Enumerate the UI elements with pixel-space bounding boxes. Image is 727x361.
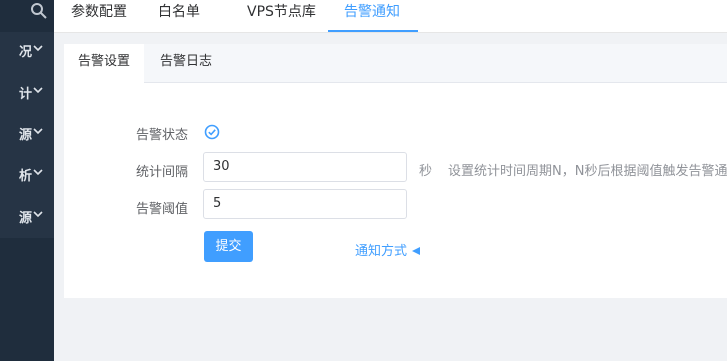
chevron-down-icon [33, 211, 43, 218]
sidebar-item-label: 况 [18, 45, 32, 60]
tab-param-config[interactable]: 参数配置 [71, 0, 127, 32]
submit-button[interactable]: 提交 [204, 231, 253, 262]
tab-alert-log[interactable]: 告警日志 [160, 44, 212, 82]
sidebar-item-statistics[interactable]: 计 [0, 78, 54, 106]
sidebar-item-label: 计 [18, 87, 32, 102]
search-icon[interactable] [30, 2, 48, 20]
interval-input[interactable]: 30 [203, 152, 407, 182]
tab-whitelist[interactable]: 白名单 [158, 0, 200, 32]
sidebar-item-label: 源 [18, 211, 32, 226]
chevron-down-icon [33, 128, 43, 135]
subtab-bar: 告警设置 告警日志 [64, 44, 727, 83]
sidebar-menu: 况 计 源 析 源 [0, 32, 54, 238]
sidebar-item-resources[interactable]: 源 [0, 119, 54, 147]
top-nav: 参数配置 白名单 VPS节点库 告警通知 [54, 0, 727, 33]
interval-label: 统计间隔 [136, 165, 189, 180]
interval-hint: 设置统计时间周期N，N秒后根据阈值触发告警通知 [448, 164, 727, 179]
caret-left-icon [412, 247, 421, 255]
tab-vps-node-library[interactable]: VPS节点库 [247, 0, 316, 32]
sidebar-item-analysis[interactable]: 析 [0, 160, 54, 188]
tab-alert-settings[interactable]: 告警设置 [64, 44, 144, 83]
interval-unit: 秒 [419, 164, 433, 179]
notify-method-label: 通知方式 [355, 244, 408, 259]
sidebar-item-label: 源 [18, 128, 32, 143]
sidebar-item-label: 析 [18, 169, 32, 184]
sidebar-item-overview[interactable]: 况 [0, 36, 54, 64]
active-tab-indicator [328, 30, 418, 32]
threshold-input[interactable]: 5 [203, 189, 407, 219]
chevron-down-icon [33, 45, 43, 52]
tab-alert-notification[interactable]: 告警通知 [344, 0, 400, 32]
notify-method-link[interactable]: 通知方式 [355, 240, 421, 259]
alert-settings-panel: 告警设置 告警日志 告警状态 统计间隔 30 秒 设置统计时间周期N，N秒后根据… [64, 44, 727, 298]
sidebar-item-sources[interactable]: 源 [0, 202, 54, 230]
chevron-down-icon [33, 87, 43, 94]
sidebar: 况 计 源 析 源 [0, 0, 54, 361]
alert-status-label: 告警状态 [136, 128, 189, 143]
threshold-label: 告警阈值 [136, 202, 189, 217]
chevron-down-icon [33, 169, 43, 176]
sidebar-search[interactable] [0, 0, 54, 32]
check-circle-icon[interactable] [204, 124, 220, 140]
